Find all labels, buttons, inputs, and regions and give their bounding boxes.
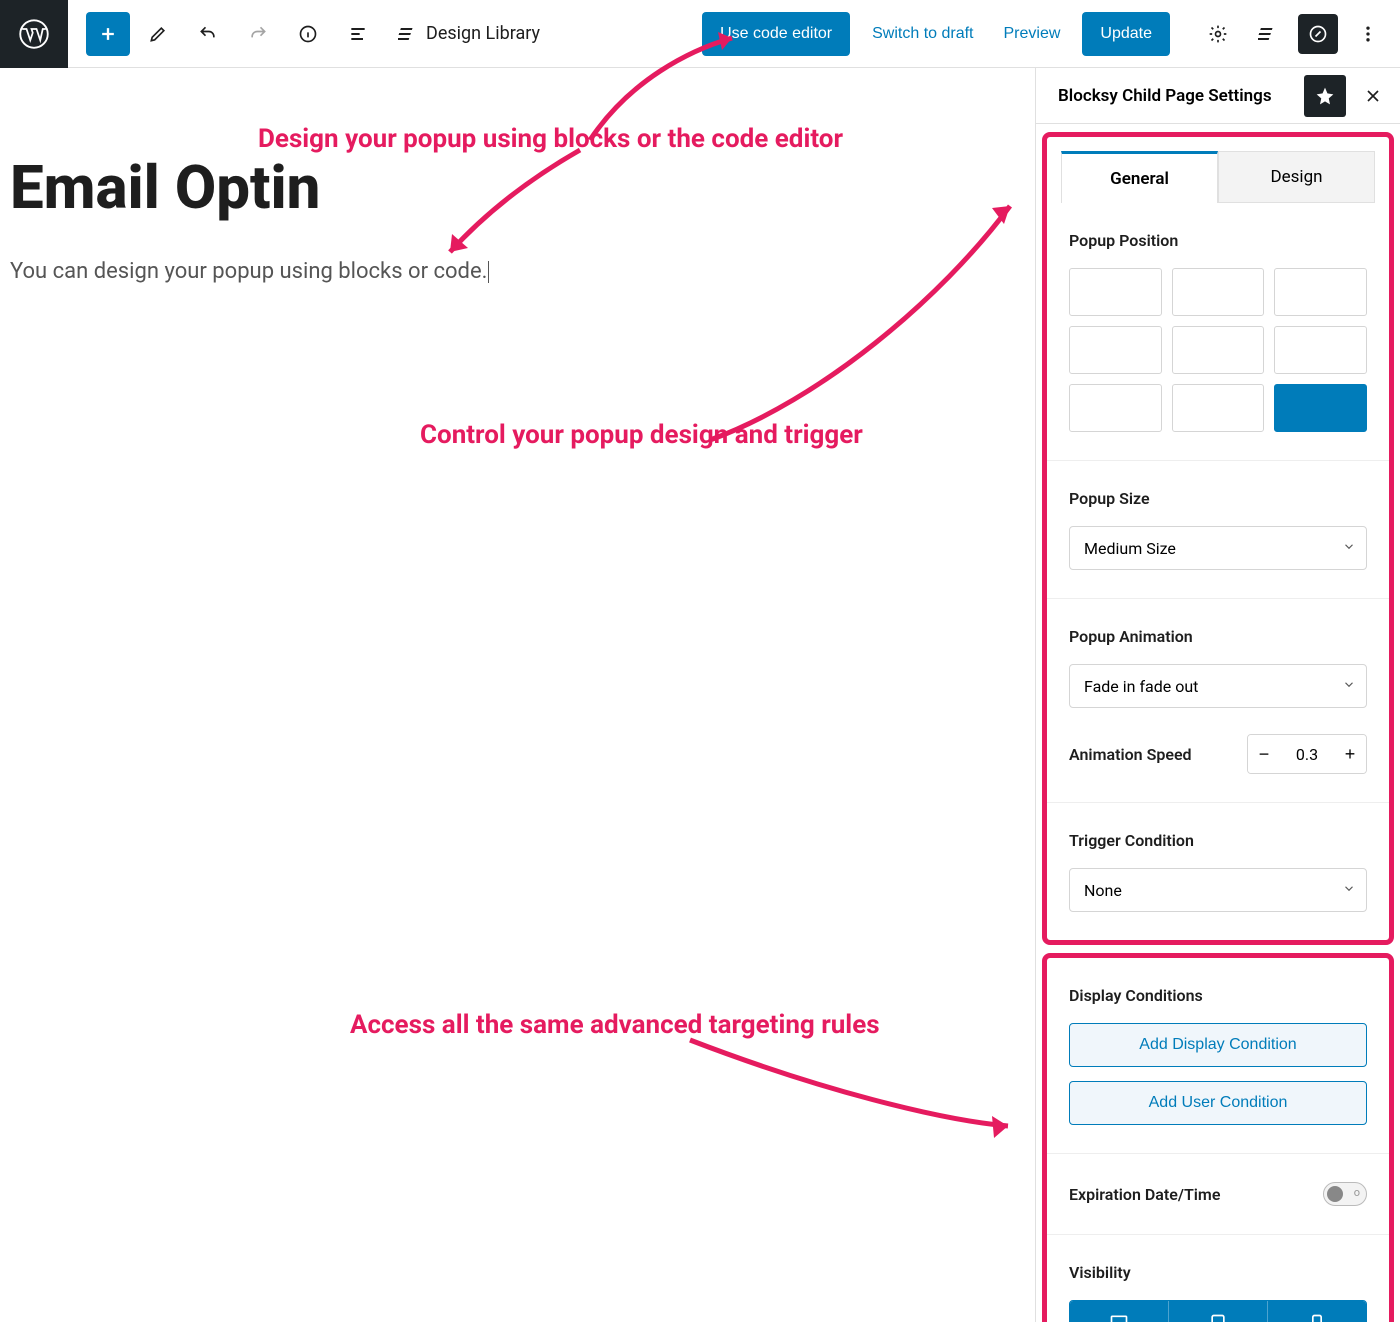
info-button[interactable]: [286, 12, 330, 56]
pos-top-right[interactable]: [1274, 268, 1367, 316]
page-title[interactable]: Email Optin: [10, 152, 1025, 223]
pos-mid-right[interactable]: [1274, 326, 1367, 374]
stackable-icon[interactable]: [1248, 14, 1288, 54]
tab-design[interactable]: Design: [1218, 151, 1375, 203]
pos-bot-left[interactable]: [1069, 384, 1162, 432]
popup-position-label: Popup Position: [1069, 231, 1367, 250]
increment-button[interactable]: +: [1334, 735, 1366, 773]
toggle-off-indicator: o: [1354, 1186, 1360, 1199]
chevron-down-icon: [1342, 539, 1356, 558]
add-display-condition-button[interactable]: Add Display Condition: [1069, 1023, 1367, 1067]
popup-size-value: Medium Size: [1084, 539, 1176, 558]
general-settings-panel: General Design Popup Position P: [1042, 132, 1394, 945]
edit-tool-button[interactable]: [136, 12, 180, 56]
pos-top-center[interactable]: [1172, 268, 1265, 316]
visibility-desktop[interactable]: [1070, 1301, 1169, 1322]
chevron-down-icon: [1342, 677, 1356, 696]
animation-speed-stepper[interactable]: − 0.3 +: [1247, 734, 1367, 774]
design-library-label: Design Library: [426, 23, 540, 44]
annotation-3: Access all the same advanced targeting r…: [350, 1010, 880, 1040]
blocksy-settings-icon[interactable]: [1298, 14, 1338, 54]
chevron-down-icon: [1342, 881, 1356, 900]
sidebar-title: Blocksy Child Page Settings: [1058, 86, 1304, 106]
decrement-button[interactable]: −: [1248, 735, 1280, 773]
preview-button[interactable]: Preview: [996, 25, 1069, 43]
switch-to-draft-button[interactable]: Switch to draft: [864, 25, 981, 43]
outline-button[interactable]: [336, 12, 380, 56]
visibility-devices: [1069, 1300, 1367, 1322]
add-block-button[interactable]: [86, 12, 130, 56]
toggle-knob: [1327, 1186, 1343, 1202]
text-cursor: [488, 261, 489, 283]
annotation-2: Control your popup design and trigger: [420, 420, 863, 450]
left-tool-icons: [68, 12, 380, 56]
popup-position-grid: [1069, 268, 1367, 432]
design-library-button[interactable]: Design Library: [398, 23, 540, 44]
page-body-text[interactable]: You can design your popup using blocks o…: [10, 259, 1025, 284]
pos-bot-right[interactable]: [1274, 384, 1367, 432]
popup-animation-select[interactable]: Fade in fade out: [1069, 664, 1367, 708]
visibility-tablet[interactable]: [1169, 1301, 1268, 1322]
pos-top-left[interactable]: [1069, 268, 1162, 316]
redo-button[interactable]: [236, 12, 280, 56]
sidebar-header: Blocksy Child Page Settings: [1036, 68, 1400, 124]
tab-general[interactable]: General: [1061, 151, 1218, 203]
kebab-menu-icon[interactable]: [1348, 14, 1388, 54]
pos-bot-center[interactable]: [1172, 384, 1265, 432]
popup-size-select[interactable]: Medium Size: [1069, 526, 1367, 570]
trigger-condition-label: Trigger Condition: [1069, 831, 1367, 850]
top-right-actions: Use code editor Switch to draft Preview …: [702, 12, 1388, 56]
pos-mid-center[interactable]: [1172, 326, 1265, 374]
top-toolbar: Design Library Use code editor Switch to…: [0, 0, 1400, 68]
animation-speed-value: 0.3: [1280, 745, 1334, 764]
display-conditions-label: Display Conditions: [1069, 986, 1367, 1005]
add-user-condition-button[interactable]: Add User Condition: [1069, 1081, 1367, 1125]
use-code-editor-button[interactable]: Use code editor: [702, 12, 850, 56]
wordpress-logo[interactable]: [0, 0, 68, 68]
expiration-toggle[interactable]: o: [1323, 1182, 1367, 1206]
annotation-1: Design your popup using blocks or the co…: [258, 124, 843, 154]
targeting-settings-panel: Display Conditions Add Display Condition…: [1042, 953, 1394, 1322]
popup-animation-value: Fade in fade out: [1084, 677, 1198, 696]
popup-animation-label: Popup Animation: [1069, 627, 1367, 646]
animation-speed-label: Animation Speed: [1069, 745, 1192, 764]
expiration-label: Expiration Date/Time: [1069, 1185, 1220, 1204]
trigger-condition-value: None: [1084, 881, 1122, 900]
settings-gear-icon[interactable]: [1198, 14, 1238, 54]
popup-size-label: Popup Size: [1069, 489, 1367, 508]
visibility-mobile[interactable]: [1268, 1301, 1366, 1322]
update-button[interactable]: Update: [1082, 12, 1170, 56]
visibility-label: Visibility: [1069, 1263, 1367, 1282]
editor-canvas[interactable]: Email Optin You can design your popup us…: [0, 68, 1035, 1322]
close-sidebar-button[interactable]: [1352, 75, 1394, 117]
pos-mid-left[interactable]: [1069, 326, 1162, 374]
trigger-condition-select[interactable]: None: [1069, 868, 1367, 912]
star-button[interactable]: [1304, 75, 1346, 117]
undo-button[interactable]: [186, 12, 230, 56]
settings-sidebar: Blocksy Child Page Settings General Desi…: [1035, 68, 1400, 1322]
